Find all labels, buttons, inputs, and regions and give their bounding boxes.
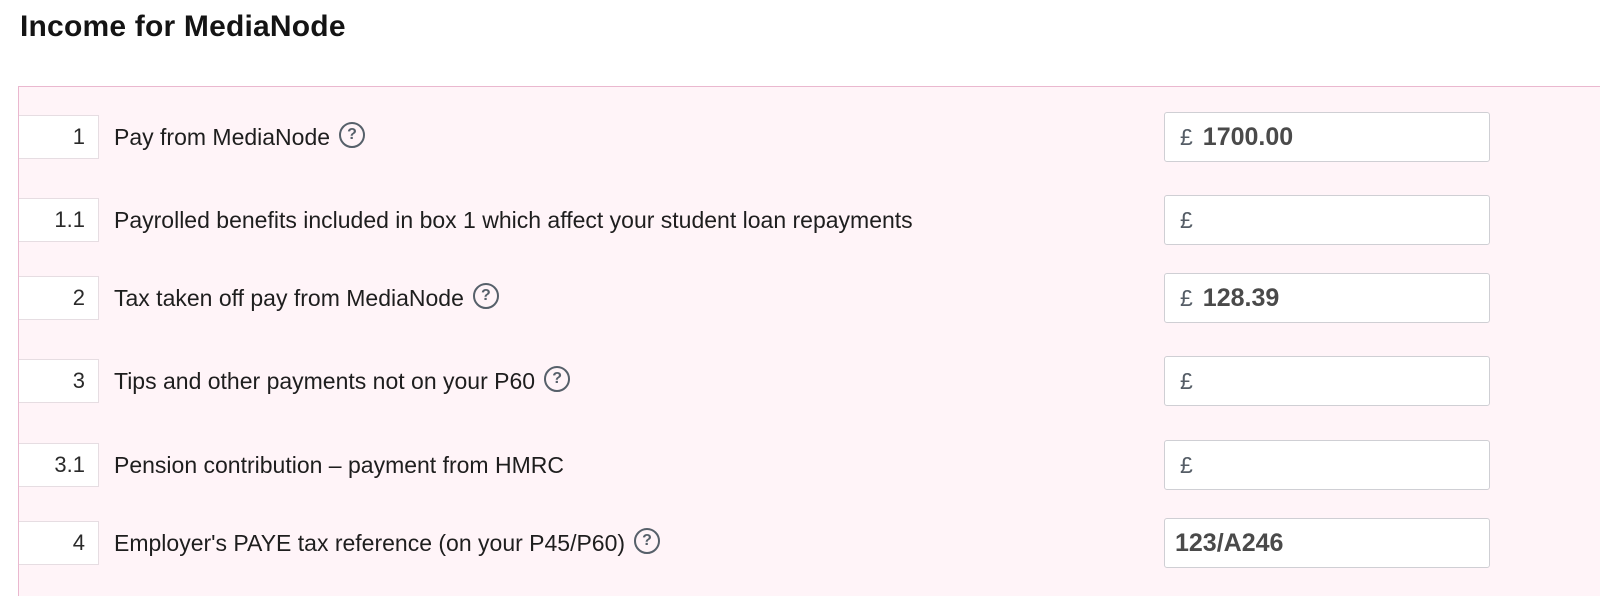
box-number: 1 <box>19 115 99 159</box>
form-row-box-4: 4 Employer's PAYE tax reference (on your… <box>19 518 1600 568</box>
form-row-box-3-1: 3.1 Pension contribution – payment from … <box>19 440 1600 490</box>
form-row-box-1: 1 Pay from MediaNode ? £ 1700.00 <box>19 112 1600 162</box>
box-number: 1.1 <box>19 198 99 242</box>
row-label: Pay from MediaNode ? <box>114 112 366 162</box>
income-form-panel: 1 Pay from MediaNode ? £ 1700.00 1.1 Pay… <box>18 86 1600 596</box>
form-row-box-1-1: 1.1 Payrolled benefits included in box 1… <box>19 195 1600 245</box>
form-row-box-3: 3 Tips and other payments not on your P6… <box>19 356 1600 406</box>
row-label: Tips and other payments not on your P60 … <box>114 356 571 406</box>
pay-amount-input[interactable]: £ 1700.00 <box>1164 112 1490 162</box>
box-number: 2 <box>19 276 99 320</box>
pound-sign: £ <box>1180 451 1193 478</box>
paye-reference-input[interactable]: 123/A246 <box>1164 518 1490 568</box>
row-label: Payrolled benefits included in box 1 whi… <box>114 195 913 245</box>
pound-sign: £ <box>1180 284 1193 311</box>
form-row-box-2: 2 Tax taken off pay from MediaNode ? £ 1… <box>19 273 1600 323</box>
help-circle-icon[interactable]: ? <box>634 528 661 554</box>
input-value: 123/A246 <box>1175 528 1284 557</box>
row-label: Employer's PAYE tax reference (on your P… <box>114 518 661 568</box>
row-label-text: Tips and other payments not on your P60 <box>114 367 536 394</box>
row-label-text: Employer's PAYE tax reference (on your P… <box>114 529 626 556</box>
payrolled-benefits-input[interactable]: £ <box>1164 195 1490 245</box>
row-label-text: Pension contribution – payment from HMRC <box>114 451 564 478</box>
row-label: Tax taken off pay from MediaNode ? <box>114 273 499 323</box>
input-value: 1700.00 <box>1202 122 1294 151</box>
tax-taken-off-input[interactable]: £ 128.39 <box>1164 273 1490 323</box>
pound-sign: £ <box>1180 367 1193 394</box>
tips-payments-input[interactable]: £ <box>1164 356 1490 406</box>
page-title: Income for MediaNode <box>20 10 346 43</box>
input-value: 128.39 <box>1202 283 1280 312</box>
box-number: 4 <box>19 521 99 565</box>
pound-sign: £ <box>1180 123 1193 150</box>
pound-sign: £ <box>1180 206 1193 233</box>
box-number: 3 <box>19 359 99 403</box>
row-label-text: Payrolled benefits included in box 1 whi… <box>114 206 913 233</box>
row-label-text: Tax taken off pay from MediaNode <box>114 284 464 311</box>
row-label-text: Pay from MediaNode <box>114 123 331 150</box>
help-circle-icon[interactable]: ? <box>544 366 571 392</box>
pension-contribution-input[interactable]: £ <box>1164 440 1490 490</box>
box-number: 3.1 <box>19 443 99 487</box>
help-circle-icon[interactable]: ? <box>472 283 499 309</box>
help-circle-icon[interactable]: ? <box>339 122 366 148</box>
row-label: Pension contribution – payment from HMRC <box>114 440 564 490</box>
